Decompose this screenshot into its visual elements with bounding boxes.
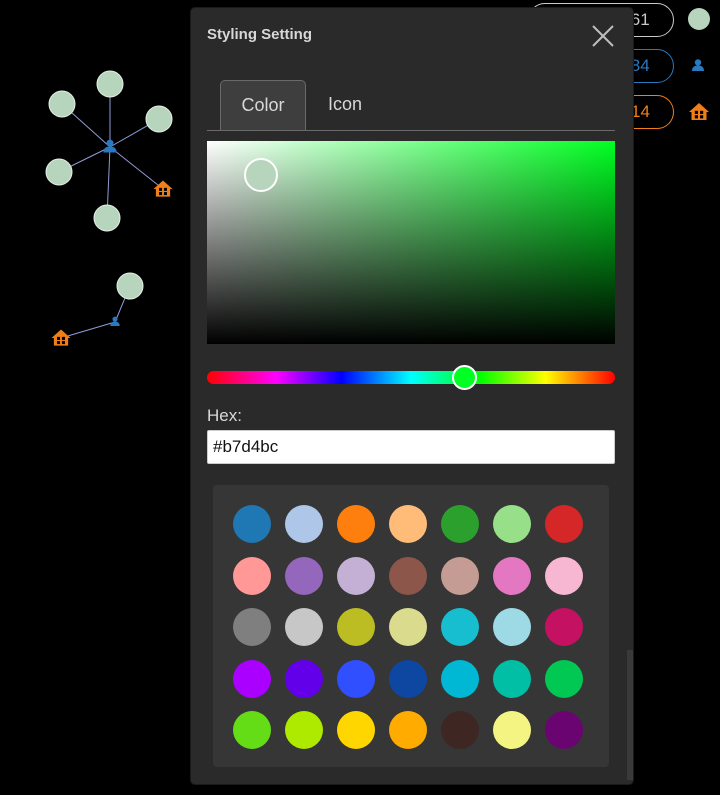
hue-slider[interactable] bbox=[207, 365, 615, 390]
color-swatch[interactable] bbox=[493, 659, 531, 698]
hex-label: Hex: bbox=[207, 406, 242, 425]
color-swatch[interactable] bbox=[441, 505, 479, 543]
color-swatch[interactable] bbox=[441, 711, 479, 749]
color-swatch[interactable] bbox=[233, 711, 271, 749]
color-swatch[interactable] bbox=[337, 608, 375, 646]
color-swatch[interactable] bbox=[493, 711, 531, 749]
person-icon bbox=[692, 59, 704, 71]
color-swatch[interactable] bbox=[337, 556, 375, 595]
color-swatch[interactable] bbox=[337, 659, 375, 698]
color-palette bbox=[213, 485, 609, 767]
house-node-icon[interactable] bbox=[153, 180, 173, 197]
color-swatch[interactable] bbox=[389, 711, 427, 749]
color-swatch[interactable] bbox=[389, 659, 427, 698]
color-swatch[interactable] bbox=[233, 556, 271, 595]
color-swatch[interactable] bbox=[545, 711, 583, 749]
color-swatch[interactable] bbox=[545, 505, 583, 543]
graph-link bbox=[60, 321, 116, 339]
line-node[interactable] bbox=[45, 158, 73, 186]
saturation-value-picker[interactable] bbox=[207, 141, 615, 344]
graph-nodes bbox=[45, 70, 173, 346]
color-swatch[interactable] bbox=[545, 608, 583, 646]
color-picker-handle[interactable] bbox=[244, 158, 278, 192]
character-node-icon[interactable] bbox=[103, 139, 117, 153]
graph-link bbox=[109, 146, 164, 190]
color-swatch[interactable] bbox=[233, 608, 271, 646]
styling-setting-panel: Styling Setting Color Icon Hex: bbox=[191, 8, 633, 784]
line-node[interactable] bbox=[93, 204, 121, 232]
line-node-icon bbox=[688, 8, 710, 30]
color-swatch[interactable] bbox=[441, 608, 479, 646]
tab-icon[interactable]: Icon bbox=[315, 80, 375, 130]
line-node[interactable] bbox=[48, 90, 76, 118]
color-swatch[interactable] bbox=[389, 556, 427, 595]
hex-input[interactable] bbox=[207, 430, 615, 464]
color-swatch[interactable] bbox=[493, 505, 531, 543]
color-swatch[interactable] bbox=[285, 711, 323, 749]
scrollbar[interactable] bbox=[627, 650, 633, 780]
color-swatch[interactable] bbox=[285, 505, 323, 543]
color-swatch[interactable] bbox=[233, 659, 271, 698]
line-node[interactable] bbox=[96, 70, 124, 98]
tab-color[interactable]: Color bbox=[220, 80, 306, 130]
color-swatch[interactable] bbox=[441, 556, 479, 595]
close-icon[interactable] bbox=[590, 23, 616, 49]
color-swatch[interactable] bbox=[285, 608, 323, 646]
color-swatch[interactable] bbox=[545, 659, 583, 698]
color-swatch[interactable] bbox=[493, 556, 531, 595]
color-swatch[interactable] bbox=[337, 711, 375, 749]
color-swatch[interactable] bbox=[389, 608, 427, 646]
color-swatch[interactable] bbox=[441, 659, 479, 698]
color-swatch[interactable] bbox=[337, 505, 375, 543]
line-node[interactable] bbox=[145, 105, 173, 133]
hue-slider-handle[interactable] bbox=[452, 365, 477, 390]
color-swatch[interactable] bbox=[285, 556, 323, 595]
color-swatch[interactable] bbox=[545, 556, 583, 595]
house-icon bbox=[689, 103, 709, 120]
color-swatch[interactable] bbox=[285, 659, 323, 698]
tab-bar: Color Icon bbox=[207, 80, 615, 131]
house-node-icon[interactable] bbox=[51, 329, 71, 346]
panel-title: Styling Setting bbox=[207, 26, 312, 43]
character-node-icon[interactable] bbox=[110, 316, 120, 326]
color-swatch[interactable] bbox=[389, 505, 427, 543]
color-swatch[interactable] bbox=[493, 608, 531, 646]
line-node[interactable] bbox=[116, 272, 144, 300]
color-swatch[interactable] bbox=[233, 505, 271, 543]
